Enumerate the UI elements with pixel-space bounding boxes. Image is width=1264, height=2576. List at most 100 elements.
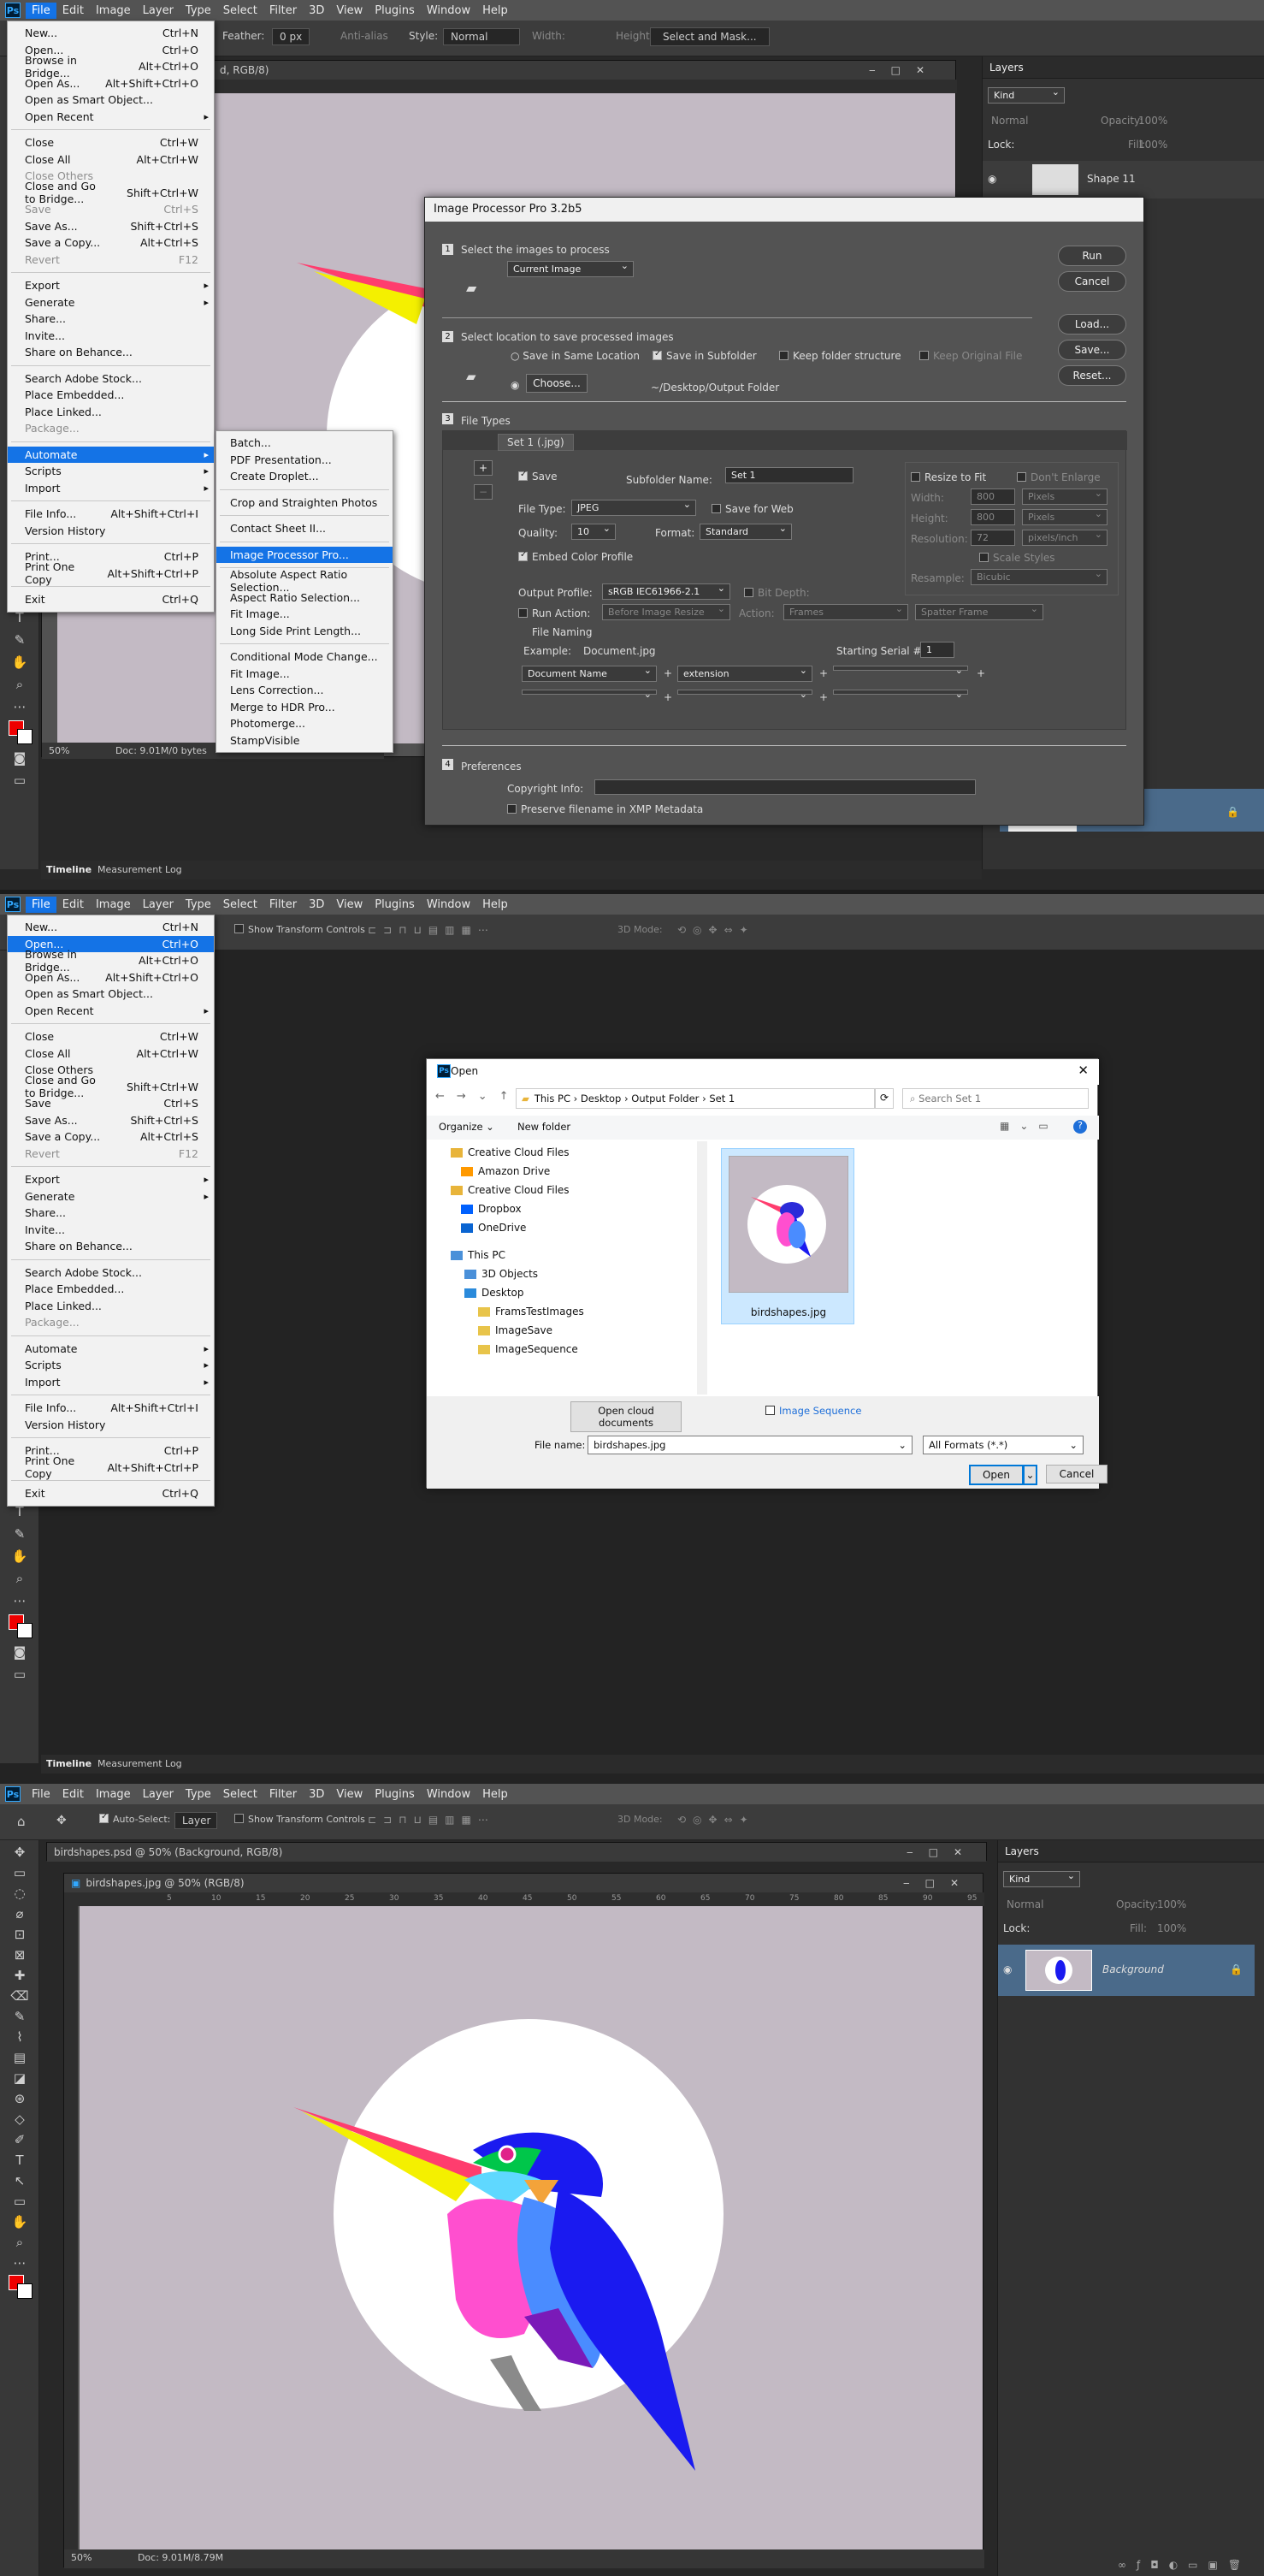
run-action-checkbox[interactable]: Run Action:: [518, 607, 590, 619]
menu-plugins[interactable]: Plugins: [369, 3, 421, 19]
tool-icon[interactable]: ✚: [11, 1967, 28, 1984]
psd-tab[interactable]: birdshapes.psd @ 50% (Background, RGB/8)…: [47, 1843, 986, 1862]
menu-item-close-and-go-to-bridge[interactable]: Close and Go to Bridge... Shift+Ctrl+W: [8, 180, 214, 205]
width-input[interactable]: 800: [971, 489, 1015, 505]
window-controls[interactable]: ‒□✕: [869, 64, 940, 76]
save-for-web-checkbox[interactable]: Save for Web: [712, 503, 794, 515]
layer-row-background[interactable]: ◉ Background 🔒: [998, 1945, 1255, 1996]
menu-type[interactable]: Type: [180, 1786, 217, 1803]
resize-checkbox[interactable]: Resize to Fit: [911, 471, 986, 483]
align-icons[interactable]: ⊏⊐⊓⊔▤▥▦⋯: [368, 1814, 495, 1826]
jpg-tab[interactable]: ▣ birdshapes.jpg @ 50% (RGB/8) ‒□✕: [64, 1874, 983, 1892]
menu-item-close[interactable]: Close Ctrl+W: [8, 1028, 214, 1045]
menu-item-scripts[interactable]: Scripts: [8, 1357, 214, 1374]
breadcrumb-item[interactable]: Output Folder: [631, 1093, 699, 1104]
file-name-input[interactable]: birdshapes.jpg ⌄: [588, 1436, 913, 1454]
3d-mode-icons[interactable]: ⟲◎✥⇔✦: [677, 924, 755, 936]
submenu-item-create-droplet[interactable]: Create Droplet...: [216, 468, 393, 485]
eye-icon[interactable]: ◉: [988, 173, 996, 185]
help-icon[interactable]: ?: [1073, 1120, 1087, 1134]
nav-item-dropbox[interactable]: Dropbox: [461, 1203, 522, 1215]
pen-tool-icon[interactable]: ✎: [11, 631, 28, 648]
nav-arrows[interactable]: ←→⌄↑: [435, 1090, 521, 1103]
tool-icon[interactable]: ✥: [11, 1844, 28, 1861]
menu-item-save-as[interactable]: Save As... Shift+Ctrl+S: [8, 218, 214, 235]
images-source-select[interactable]: Current Image: [507, 260, 634, 277]
tool-icon[interactable]: ↖: [11, 2172, 28, 2189]
menu-item-generate[interactable]: Generate: [8, 294, 214, 311]
width-unit[interactable]: Pixels: [1022, 488, 1107, 505]
menu-3d[interactable]: 3D: [303, 3, 330, 19]
submenu-item-fit-image[interactable]: Fit Image...: [216, 666, 393, 683]
more-tools-icon[interactable]: ⋯: [11, 698, 28, 715]
tab-measurement-log[interactable]: Measurement Log: [97, 864, 182, 875]
before-resize-select[interactable]: Before Image Resize: [602, 603, 730, 620]
menu-item-version-history[interactable]: Version History: [8, 1417, 214, 1434]
nav-item-creative-cloud-files[interactable]: Creative Cloud Files: [451, 1184, 570, 1196]
subfolder-name-input[interactable]: Set 1: [725, 467, 853, 483]
menu-item-version-history[interactable]: Version History: [8, 523, 214, 540]
save-checkbox[interactable]: Save: [518, 470, 557, 483]
quick-mask-icon[interactable]: ◙: [11, 1643, 28, 1661]
submenu-item-image-processor-pro[interactable]: Image Processor Pro...: [216, 546, 393, 563]
add-set-button[interactable]: +: [474, 460, 493, 476]
reset-button[interactable]: Reset...: [1058, 365, 1126, 386]
layers-footer-icons[interactable]: ∞ƒ◘◐▭▣🗑: [998, 2559, 1264, 2576]
new-folder-button[interactable]: New folder: [517, 1121, 570, 1133]
show-transform-checkbox[interactable]: Show Transform Controls: [234, 924, 365, 935]
menu-select[interactable]: Select: [217, 897, 263, 913]
fill-value[interactable]: 100%: [1138, 139, 1167, 151]
submenu-item-pdf-presentation[interactable]: PDF Presentation...: [216, 452, 393, 469]
menu-item-open-recent[interactable]: Open Recent: [8, 109, 214, 126]
menu-layer[interactable]: Layer: [137, 1786, 180, 1803]
breadcrumb-item[interactable]: This PC: [535, 1093, 570, 1104]
menu-view[interactable]: View: [330, 897, 369, 913]
tool-icon[interactable]: ▭: [11, 2193, 28, 2210]
menu-type[interactable]: Type: [180, 897, 217, 913]
anti-alias-checkbox[interactable]: Anti-alias: [340, 30, 388, 42]
menu-item-close-and-go-to-bridge[interactable]: Close and Go to Bridge... Shift+Ctrl+W: [8, 1074, 214, 1099]
quick-mask-icon[interactable]: ◙: [11, 749, 28, 767]
pen-tool-icon[interactable]: ✎: [11, 1525, 28, 1543]
nav-item-framstestimages[interactable]: FramsTestImages: [478, 1306, 584, 1318]
style-select[interactable]: Normal: [443, 28, 520, 45]
resolution-unit[interactable]: pixels/inch: [1022, 529, 1107, 546]
blend-mode[interactable]: Normal: [991, 115, 1028, 127]
layer-name[interactable]: Background: [1102, 1963, 1164, 1975]
menu-layer[interactable]: Layer: [137, 3, 180, 19]
menu-item-close-all[interactable]: Close All Alt+Ctrl+W: [8, 1045, 214, 1063]
opacity-value[interactable]: 100%: [1138, 115, 1167, 127]
menu-item-save-a-copy[interactable]: Save a Copy... Alt+Ctrl+S: [8, 1128, 214, 1146]
open-button[interactable]: Open: [969, 1465, 1024, 1485]
tool-icon[interactable]: ⌫: [10, 1987, 28, 2005]
load-button[interactable]: Load...: [1058, 314, 1126, 335]
nav-item-imagesave[interactable]: ImageSave: [478, 1324, 552, 1336]
submenu-item-conditional-mode-change[interactable]: Conditional Mode Change...: [216, 648, 393, 666]
blend-mode[interactable]: Normal: [1007, 1898, 1043, 1910]
menu-window[interactable]: Window: [421, 3, 476, 19]
menu-window[interactable]: Window: [421, 897, 476, 913]
menu-plugins[interactable]: Plugins: [369, 1786, 421, 1803]
menu-item-automate[interactable]: Automate: [8, 1341, 214, 1358]
naming-select-4[interactable]: [522, 689, 657, 700]
subfolder-checkbox[interactable]: Save in Subfolder: [653, 349, 757, 362]
menu-type[interactable]: Type: [180, 3, 217, 19]
kind-filter[interactable]: Kind: [988, 86, 1065, 104]
keep-structure-checkbox[interactable]: Keep folder structure: [779, 350, 901, 362]
menu-item-browse-in-bridge[interactable]: Browse in Bridge... Alt+Ctrl+O: [8, 948, 214, 974]
menu-filter[interactable]: Filter: [263, 1786, 303, 1803]
canvas[interactable]: [80, 1906, 983, 2549]
menu-edit[interactable]: Edit: [56, 897, 90, 913]
menu-item-place-linked[interactable]: Place Linked...: [8, 1298, 214, 1315]
menu-item-export[interactable]: Export: [8, 1171, 214, 1188]
cancel-button[interactable]: Cancel: [1058, 271, 1126, 292]
submenu-item-photomerge[interactable]: Photomerge...: [216, 715, 393, 732]
home-icon[interactable]: ⌂: [17, 1814, 26, 1829]
menu-item-place-embedded[interactable]: Place Embedded...: [8, 1281, 214, 1298]
menu-item-new[interactable]: New... Ctrl+N: [8, 25, 214, 42]
tool-icon[interactable]: T: [11, 2152, 28, 2169]
menu-image[interactable]: Image: [90, 3, 137, 19]
menu-item-open-as-smart-object[interactable]: Open as Smart Object...: [8, 986, 214, 1003]
run-button[interactable]: Run: [1058, 246, 1126, 266]
naming-select-1[interactable]: Document Name: [522, 665, 657, 682]
